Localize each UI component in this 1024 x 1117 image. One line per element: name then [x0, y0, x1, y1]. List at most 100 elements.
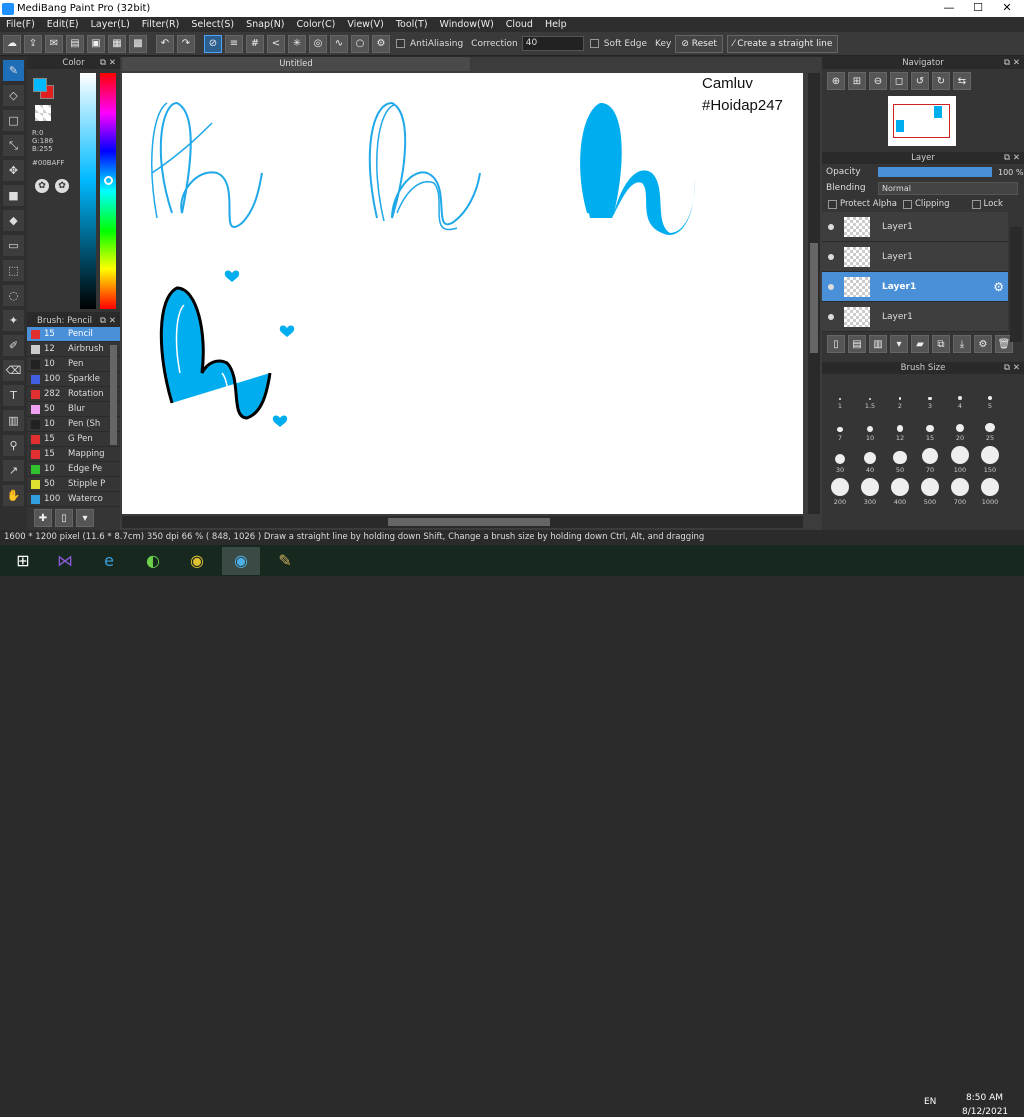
- reset-button[interactable]: ⊘ Reset: [675, 34, 723, 53]
- text-tool-icon[interactable]: T: [3, 385, 24, 406]
- snap-ellipse-icon[interactable]: ○: [351, 34, 369, 53]
- layer-row[interactable]: Layer1: [822, 212, 1008, 242]
- redo-icon[interactable]: ↷: [177, 34, 195, 53]
- divide-tool-icon[interactable]: ▥: [3, 410, 24, 431]
- brush-size-option[interactable]: 300: [855, 474, 885, 506]
- brush-size-option[interactable]: 50: [885, 442, 915, 474]
- soft-edge-checkbox[interactable]: [589, 39, 599, 48]
- navigator-preview[interactable]: [888, 96, 956, 146]
- layer-row[interactable]: Layer1: [822, 302, 1008, 332]
- saturation-strip[interactable]: [80, 73, 96, 309]
- menu-select[interactable]: Select(S): [191, 19, 234, 30]
- visibility-icon[interactable]: [828, 223, 834, 230]
- zoom-out-icon[interactable]: ⊖: [869, 72, 887, 90]
- select-eraser-icon[interactable]: ⌫: [3, 360, 24, 381]
- gradient-tool-icon[interactable]: ▭: [3, 235, 24, 256]
- drawing-canvas[interactable]: Camluv #Hoidap247: [122, 73, 803, 514]
- undo-icon[interactable]: ↶: [156, 34, 174, 53]
- protect-alpha-checkbox[interactable]: [828, 199, 837, 209]
- snap-curve-icon[interactable]: ∿: [330, 34, 348, 53]
- close-icon[interactable]: ✕: [1013, 57, 1020, 69]
- popout-icon[interactable]: ⧉: [1004, 57, 1010, 69]
- blending-select[interactable]: Normal: [878, 181, 1018, 195]
- zoom-in-icon[interactable]: ⊕: [827, 72, 845, 90]
- new-8bit-layer-icon[interactable]: ▥: [869, 335, 887, 353]
- internet-explorer-icon[interactable]: e: [90, 547, 128, 575]
- transparent-swatch[interactable]: [35, 105, 51, 121]
- palette-settings-icon[interactable]: ✿: [55, 179, 69, 193]
- brush-size-option[interactable]: 400: [885, 474, 915, 506]
- eraser-tool-icon[interactable]: ◇: [3, 85, 24, 106]
- brush-size-option[interactable]: 150: [975, 442, 1005, 474]
- rect-tool-icon[interactable]: □: [3, 110, 24, 131]
- menu-snap[interactable]: Snap(N): [246, 19, 284, 30]
- medibang-taskbar-icon[interactable]: ◉: [222, 546, 260, 575]
- color-cursor[interactable]: [104, 176, 113, 185]
- layer-row[interactable]: Layer1: [822, 242, 1008, 272]
- brush-size-option[interactable]: 40: [855, 442, 885, 474]
- close-button[interactable]: ✕: [992, 0, 1022, 17]
- close-icon[interactable]: ✕: [1013, 152, 1020, 164]
- brush-list-item[interactable]: 15 Pencil: [27, 327, 120, 342]
- language-indicator[interactable]: EN: [924, 1097, 936, 1107]
- start-button[interactable]: ⊞: [6, 547, 40, 575]
- primary-color-swatch[interactable]: [33, 78, 47, 92]
- merge-down-icon[interactable]: ⤓: [953, 335, 971, 353]
- cloud-icon[interactable]: ☁: [3, 34, 21, 53]
- layer-gear-icon[interactable]: ⚙: [993, 280, 1004, 294]
- menu-filter[interactable]: Filter(R): [142, 19, 180, 30]
- brush-size-option[interactable]: 5: [975, 378, 1005, 410]
- flip-icon[interactable]: ⇆: [953, 72, 971, 90]
- folder-icon[interactable]: ▰: [911, 335, 929, 353]
- fill-rect-tool-icon[interactable]: ■: [3, 185, 24, 206]
- layer-row[interactable]: Layer1 ⚙: [822, 272, 1008, 302]
- select-pen-icon[interactable]: ✐: [3, 335, 24, 356]
- popout-icon[interactable]: ⧉: [100, 57, 106, 69]
- popout-icon[interactable]: ⧉: [100, 315, 106, 327]
- brush-size-option[interactable]: 3: [915, 378, 945, 410]
- grid-icon[interactable]: ▩: [129, 34, 147, 53]
- dot-tool-icon[interactable]: ⤡: [3, 135, 24, 156]
- snap-off-icon[interactable]: ⊘: [204, 34, 222, 53]
- straight-line-button[interactable]: ⁄ Create a straight line: [726, 34, 839, 53]
- brush-size-option[interactable]: 30: [825, 442, 855, 474]
- clock-date[interactable]: 8/12/2021: [962, 1107, 1008, 1117]
- brush-copy-icon[interactable]: ▯: [55, 509, 73, 527]
- duplicate-layer-icon[interactable]: ⧉: [932, 335, 950, 353]
- rotate-right-icon[interactable]: ↻: [932, 72, 950, 90]
- brush-size-option[interactable]: 4: [945, 378, 975, 410]
- maximize-button[interactable]: ☐: [963, 0, 993, 17]
- popout-icon[interactable]: ⧉: [1004, 362, 1010, 374]
- close-icon[interactable]: ✕: [1013, 362, 1020, 374]
- visibility-icon[interactable]: [828, 253, 834, 260]
- snap-radial-icon[interactable]: ✳: [288, 34, 306, 53]
- hue-strip[interactable]: [100, 73, 116, 309]
- opacity-slider[interactable]: [878, 167, 992, 177]
- page-icon[interactable]: ▣: [87, 34, 105, 53]
- snap-circle-icon[interactable]: ◎: [309, 34, 327, 53]
- brush-size-option[interactable]: 100: [945, 442, 975, 474]
- brush-size-option[interactable]: 25: [975, 410, 1005, 442]
- brush-list-item[interactable]: 15 G Pen: [27, 432, 120, 447]
- menu-layer[interactable]: Layer(L): [91, 19, 130, 30]
- brush-menu-icon[interactable]: ▾: [76, 509, 94, 527]
- menu-help[interactable]: Help: [545, 19, 567, 30]
- brush-list-item[interactable]: 50 Blur: [27, 402, 120, 417]
- visual-studio-icon[interactable]: ⋈: [46, 547, 84, 575]
- chrome-icon[interactable]: ◉: [178, 547, 216, 575]
- brush-list-item[interactable]: 10 Pen: [27, 357, 120, 372]
- brush-list-item[interactable]: 10 Pen (Sh: [27, 417, 120, 432]
- correction-select[interactable]: 40: [521, 36, 584, 51]
- popout-icon[interactable]: ⧉: [1004, 152, 1010, 164]
- operation-tool-icon[interactable]: ↗: [3, 460, 24, 481]
- brush-size-option[interactable]: 15: [915, 410, 945, 442]
- snap-parallel-icon[interactable]: ≡: [225, 34, 243, 53]
- add-layer-menu-icon[interactable]: ▾: [890, 335, 908, 353]
- visibility-icon[interactable]: [828, 313, 834, 320]
- menu-window[interactable]: Window(W): [440, 19, 494, 30]
- close-icon[interactable]: ✕: [109, 315, 116, 327]
- new-halftone-layer-icon[interactable]: ▤: [848, 335, 866, 353]
- close-icon[interactable]: ✕: [109, 57, 116, 69]
- snap-settings-icon[interactable]: ⚙: [372, 34, 390, 53]
- brush-tool-icon[interactable]: ✎: [3, 60, 24, 81]
